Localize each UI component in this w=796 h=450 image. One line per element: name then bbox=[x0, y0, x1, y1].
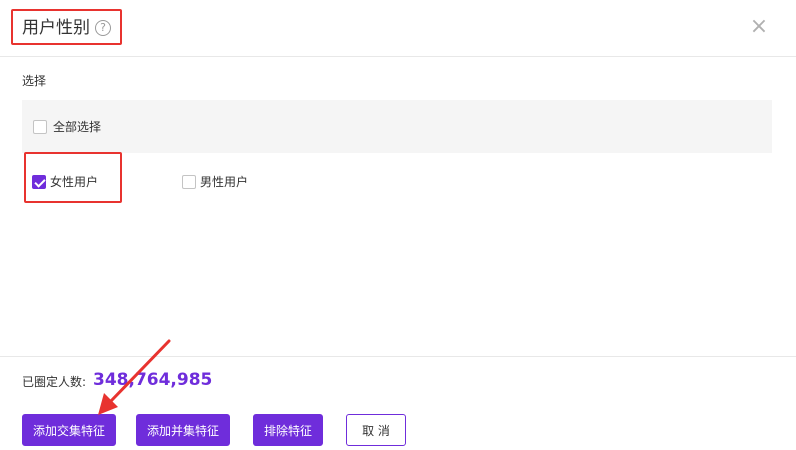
female-user-label[interactable]: 女性用户 bbox=[50, 174, 98, 190]
exclude-feature-button[interactable]: 排除特征 bbox=[253, 414, 323, 446]
help-icon[interactable]: ? bbox=[95, 20, 111, 36]
selected-count-label: 已圈定人数: bbox=[22, 375, 87, 389]
select-section-label: 选择 bbox=[22, 74, 47, 88]
select-all-row: 全部选择 bbox=[22, 100, 772, 153]
male-user-checkbox[interactable] bbox=[182, 175, 196, 189]
male-user-label[interactable]: 男性用户 bbox=[200, 174, 248, 190]
female-user-checkbox[interactable] bbox=[32, 175, 46, 189]
close-icon[interactable]: × bbox=[748, 16, 770, 38]
add-union-feature-button[interactable]: 添加并集特征 bbox=[136, 414, 230, 446]
select-all-checkbox[interactable] bbox=[33, 120, 47, 134]
select-all-label[interactable]: 全部选择 bbox=[53, 119, 101, 135]
cancel-button[interactable]: 取 消 bbox=[346, 414, 406, 446]
add-intersection-feature-button[interactable]: 添加交集特征 bbox=[22, 414, 116, 446]
dialog-title: 用户性别 bbox=[22, 18, 90, 38]
selected-count-value: 348,764,985 bbox=[93, 370, 213, 390]
dialog-header: 用户性别 ? × bbox=[0, 0, 796, 57]
footer-divider bbox=[0, 356, 796, 357]
